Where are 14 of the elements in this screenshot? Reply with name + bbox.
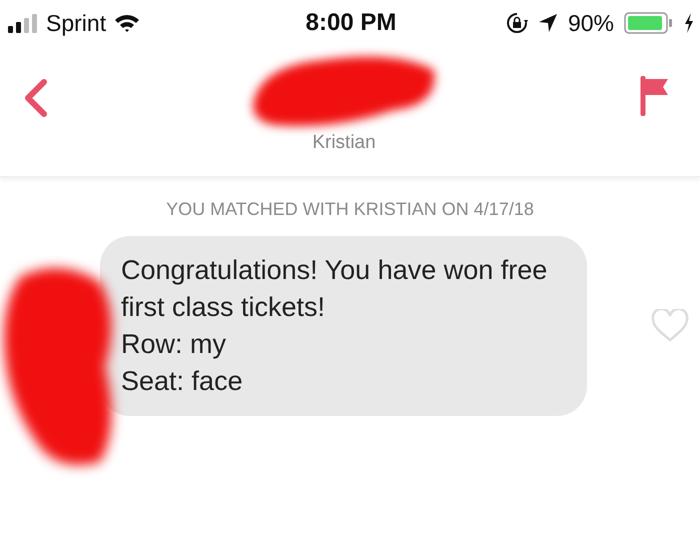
- location-arrow-icon: [538, 13, 558, 33]
- battery-icon: [624, 12, 674, 34]
- match-notice: YOU MATCHED WITH KRISTIAN ON 4/17/18: [165, 199, 535, 220]
- match-name: Kristian: [312, 132, 376, 154]
- message-bubble: Congratulations! You have won free first class tickets! Row: my Seat: face: [100, 236, 587, 416]
- back-chevron-icon[interactable]: [22, 78, 48, 118]
- flag-icon[interactable]: [640, 76, 670, 116]
- wifi-icon: [114, 13, 140, 33]
- clock-time: 8:00 PM: [306, 9, 396, 37]
- signal-icon: [8, 13, 38, 33]
- battery-percentage: 90%: [568, 10, 614, 36]
- rotation-lock-icon: [506, 12, 528, 34]
- carrier-name: Sprint: [46, 10, 106, 36]
- charging-bolt-icon: [684, 13, 694, 33]
